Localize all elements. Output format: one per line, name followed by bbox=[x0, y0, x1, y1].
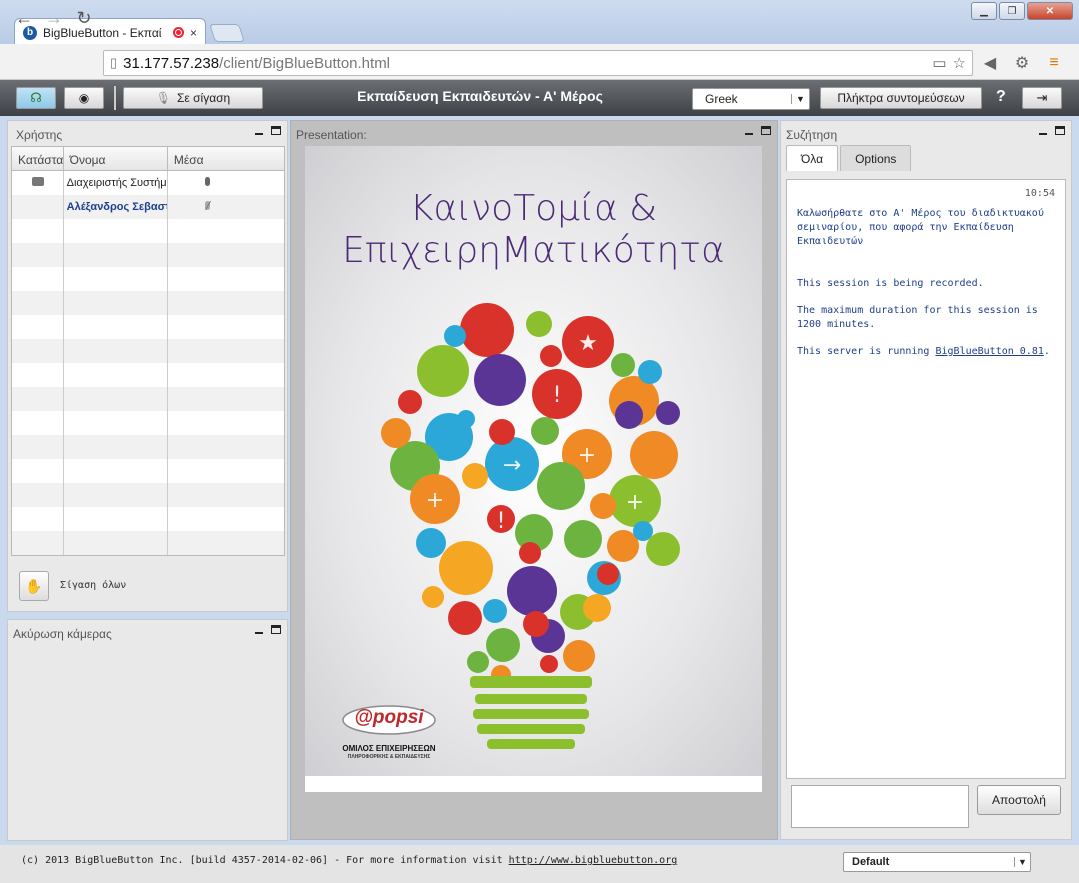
forward-icon[interactable]: → bbox=[42, 6, 66, 30]
bookmark-star-icon[interactable]: ☆ bbox=[953, 54, 966, 72]
tab-close-icon[interactable]: × bbox=[190, 26, 197, 40]
column-media[interactable]: Μέσα bbox=[168, 147, 284, 170]
new-tab-button[interactable] bbox=[209, 24, 245, 42]
server-message: This server is running BigBlueButton 0.8… bbox=[797, 345, 1055, 359]
user-name: Αλέξανδρος Σεβαστός bbox=[64, 195, 168, 219]
mic-icon[interactable] bbox=[204, 177, 210, 186]
minimize-window-button[interactable]: ▁ bbox=[971, 2, 997, 20]
shortcut-keys-label: Πλήκτρα συντομεύσεων bbox=[837, 91, 965, 105]
users-panel-title: Χρήστης bbox=[16, 128, 63, 142]
url-host: 31.177.57.238 bbox=[123, 54, 220, 72]
chevron-down-icon: ▼ bbox=[791, 94, 809, 104]
mute-button[interactable]: 🎙︎ Σε σίγαση bbox=[123, 87, 263, 109]
mute-all-label: Σίγαση όλων bbox=[60, 580, 127, 591]
message-time: 10:54 bbox=[1024, 188, 1055, 199]
presentation-slide[interactable]: ΚαινοΤομία & ΕπιχειρηΜατικότητα ! ! → + … bbox=[305, 146, 762, 776]
logo-subtitle-1: ΟΜΙΛΟΣ ΕΠΙΧΕΙΡΗΣΕΩΝ bbox=[342, 744, 436, 753]
mic-muted-icon: 🎙︎ bbox=[155, 91, 172, 105]
camera-blocked-icon[interactable]: ▭ bbox=[932, 54, 946, 72]
tab-all[interactable]: Όλα bbox=[786, 145, 839, 171]
maximize-icon[interactable] bbox=[271, 625, 281, 634]
shortcut-keys-button[interactable]: Πλήκτρα συντομεύσεων bbox=[820, 87, 982, 109]
minimize-icon[interactable] bbox=[255, 126, 263, 135]
slide-footer-strip bbox=[305, 776, 762, 792]
copyright-text: (c) 2013 BigBlueButton Inc. [build 4357-… bbox=[21, 855, 677, 866]
language-value: Greek bbox=[705, 92, 738, 106]
back-icon[interactable]: ← bbox=[12, 6, 36, 30]
webcam-panel-title: Ακύρωση κάμερας bbox=[13, 627, 112, 641]
server-message-suffix: . bbox=[1043, 346, 1050, 357]
divider bbox=[114, 86, 116, 110]
minimize-icon[interactable] bbox=[255, 625, 263, 634]
server-message-prefix: This server is running bbox=[797, 346, 936, 357]
help-button[interactable]: ? bbox=[996, 88, 1006, 106]
maximize-icon[interactable] bbox=[1055, 126, 1065, 135]
column-name[interactable]: Όνομα bbox=[64, 147, 168, 170]
extension-icon[interactable]: ⚙ bbox=[1011, 52, 1033, 74]
bbb-version-link[interactable]: BigBlueButton 0.81 bbox=[935, 346, 1043, 357]
reload-icon[interactable]: ↻ bbox=[72, 6, 96, 30]
svg-text:★: ★ bbox=[578, 331, 598, 356]
headset-icon: ☊ bbox=[30, 90, 42, 105]
svg-text:→: → bbox=[503, 453, 521, 478]
recorded-message: This session is being recorded. bbox=[797, 278, 984, 289]
user-name: Διαχειριστής Συστήματος bbox=[64, 171, 168, 195]
svg-text:+: + bbox=[578, 443, 596, 468]
svg-text:!: ! bbox=[553, 383, 562, 408]
webcam-panel: Ακύρωση κάμερας bbox=[7, 619, 288, 841]
minimize-icon[interactable] bbox=[745, 126, 753, 135]
svg-text:+: + bbox=[426, 488, 444, 513]
chat-messages: 10:54 Καλωσήρθατε στο Α' Μέρος του διαδι… bbox=[786, 179, 1066, 779]
presenter-icon bbox=[32, 177, 44, 186]
logout-icon: ⇥ bbox=[1036, 90, 1048, 105]
maximize-window-button[interactable]: ❐ bbox=[999, 2, 1025, 20]
language-select[interactable]: Greek ▼ bbox=[692, 88, 810, 110]
conference-title: Εκπαίδευση Εκπαιδευτών - Α' Μέρος bbox=[357, 88, 603, 104]
window-controls: ▁ ❐ ✕ bbox=[971, 2, 1073, 20]
users-table: Κατάστασ Όνομα Μέσα Διαχειριστής Συστήμα… bbox=[11, 146, 285, 556]
bbb-website-link[interactable]: http://www.bigbluebutton.org bbox=[509, 855, 678, 866]
users-rows: Διαχειριστής Συστήματος Αλέξανδρος Σεβασ… bbox=[12, 171, 284, 555]
minimize-icon[interactable] bbox=[1039, 126, 1047, 135]
column-status[interactable]: Κατάστασ bbox=[12, 147, 64, 170]
maximize-icon[interactable] bbox=[271, 126, 281, 135]
logo-subtitle-2: ΠΛΗΡΟΦΟΡΙΚΗΣ & ΕΚΠΑΙΔΕΥΣΗΣ bbox=[347, 754, 431, 760]
tab-options[interactable]: Options bbox=[840, 145, 912, 171]
bbb-topbar: ☊ ◉ 🎙︎ Σε σίγαση Εκπαίδευση Εκπαιδευτών … bbox=[0, 80, 1079, 116]
welcome-message: Καλωσήρθατε στο Α' Μέρος του διαδικτυακο… bbox=[797, 208, 1044, 247]
svg-text:!: ! bbox=[497, 509, 506, 534]
chat-panel-title: Συζήτηση bbox=[786, 128, 838, 142]
page-icon: ▯ bbox=[110, 55, 118, 70]
recording-icon bbox=[172, 27, 184, 38]
mute-button-label: Σε σίγαση bbox=[177, 91, 231, 105]
send-button[interactable]: Αποστολή bbox=[977, 785, 1061, 815]
close-window-button[interactable]: ✕ bbox=[1027, 2, 1073, 20]
lightbulb-illustration: ! ! → + + + ★ bbox=[342, 303, 680, 749]
logout-button[interactable]: ⇥ bbox=[1022, 87, 1062, 109]
users-table-header: Κατάστασ Όνομα Μέσα bbox=[12, 147, 284, 171]
hand-icon: ✋ bbox=[25, 577, 43, 594]
menu-icon[interactable]: ≡ bbox=[1043, 52, 1065, 74]
maximize-icon[interactable] bbox=[761, 126, 771, 135]
duration-message: The maximum duration for this session is… bbox=[797, 305, 1038, 330]
chat-tabs: Όλα Options bbox=[786, 145, 912, 171]
layout-value: Default bbox=[852, 856, 890, 868]
address-bar[interactable]: ▯ 31.177.57.238/client/BigBlueButton.htm… bbox=[103, 50, 973, 76]
chevron-down-icon: ▼ bbox=[1014, 857, 1030, 867]
svg-text:+: + bbox=[626, 490, 644, 515]
copyright-label: (c) 2013 BigBlueButton Inc. [build 4357-… bbox=[21, 855, 509, 866]
webcam-button[interactable]: ◉ bbox=[64, 87, 104, 109]
table-row[interactable]: Διαχειριστής Συστήματος bbox=[12, 171, 284, 195]
webcam-icon: ◉ bbox=[78, 91, 90, 105]
layout-select[interactable]: Default ▼ bbox=[843, 852, 1031, 872]
chat-message-input[interactable] bbox=[791, 785, 969, 828]
mute-all-button[interactable]: ✋ bbox=[19, 571, 49, 601]
speaker-icon[interactable]: ◀ bbox=[979, 52, 1001, 74]
headset-button[interactable]: ☊ bbox=[16, 87, 56, 109]
presentation-panel-title: Presentation: bbox=[296, 128, 367, 142]
apopsi-logo: @popsi bbox=[354, 707, 424, 728]
mic-muted-icon[interactable] bbox=[204, 201, 210, 210]
table-row[interactable]: Αλέξανδρος Σεβαστός bbox=[12, 195, 284, 219]
url-path: /client/BigBlueButton.html bbox=[219, 54, 391, 72]
